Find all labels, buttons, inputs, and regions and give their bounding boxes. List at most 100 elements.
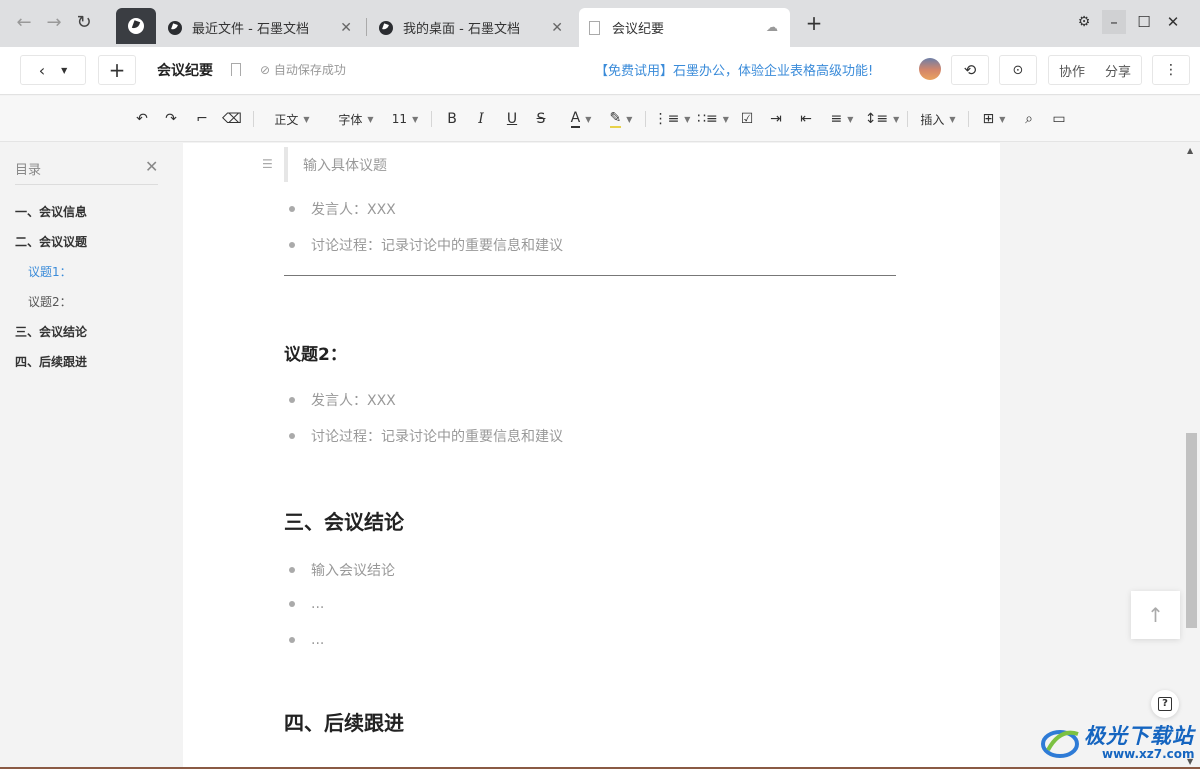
insert-dropdown[interactable]: 插入 ▼ bbox=[916, 106, 960, 132]
insert-label: 插入 bbox=[920, 112, 945, 127]
indent-increase-icon[interactable]: ⇥ bbox=[766, 106, 786, 132]
caret-down-icon: ▼ bbox=[999, 114, 1006, 124]
strikethrough-button[interactable]: S bbox=[531, 106, 551, 132]
clear-format-icon[interactable]: ⌫ bbox=[221, 106, 243, 132]
text-color-button[interactable]: A ▼ bbox=[561, 106, 601, 132]
checklist-icon[interactable]: ☑ bbox=[737, 106, 757, 132]
highlight-button[interactable]: ✎ ▼ bbox=[603, 106, 639, 132]
watermark-logo-icon bbox=[1041, 730, 1079, 758]
find-replace-icon[interactable]: ⌕ bbox=[1019, 106, 1039, 132]
conclusion-heading[interactable]: 三、会议结论 bbox=[284, 506, 404, 535]
history-button[interactable]: ⟲ bbox=[951, 55, 989, 85]
indent-decrease-icon[interactable]: ⇤ bbox=[796, 106, 816, 132]
help-button[interactable]: ? bbox=[1151, 690, 1179, 718]
present-button[interactable]: ⊙ bbox=[999, 55, 1037, 85]
paragraph-style-label: 正文 bbox=[274, 112, 299, 127]
tab-meeting-notes[interactable]: 会议纪要 ☁ bbox=[579, 8, 790, 47]
browser-tab-bar: ← → ↻ 最近文件 - 石墨文档 ✕ 我的桌面 - 石墨文档 ✕ 会议纪要 ☁… bbox=[0, 0, 1200, 47]
topic-placeholder[interactable]: 输入具体议题 bbox=[303, 155, 387, 175]
avatar[interactable] bbox=[919, 58, 941, 80]
list-item[interactable]: ... bbox=[289, 596, 324, 612]
add-new-button[interactable]: + bbox=[98, 55, 136, 85]
undo-icon[interactable]: ↶ bbox=[131, 106, 153, 132]
more-menu-button[interactable]: ⋮ bbox=[1152, 55, 1190, 85]
toc-item[interactable]: 三、会议结论 bbox=[15, 323, 87, 340]
paragraph-style-dropdown[interactable]: 正文 ▼ bbox=[266, 106, 318, 132]
format-painter-icon[interactable]: ⌐ bbox=[191, 106, 213, 132]
align-button[interactable]: ≡ ▼ bbox=[826, 106, 858, 132]
document-header: ‹ ▼ + 会议纪要 ⊘ 自动保存成功 【免费试用】石墨办公，体验企业表格高级功… bbox=[0, 47, 1200, 95]
play-circle-icon: ⊙ bbox=[1012, 62, 1024, 78]
followup-heading[interactable]: 四、后续跟进 bbox=[284, 707, 404, 736]
list-item-text: ... bbox=[311, 632, 325, 648]
caret-down-icon: ▼ bbox=[949, 114, 956, 124]
cloud-icon: ☁ bbox=[766, 20, 778, 34]
list-item[interactable]: 讨论过程：记录讨论中的重要信息和建议 bbox=[289, 426, 563, 446]
document-title[interactable]: 会议纪要 bbox=[157, 60, 213, 80]
toc-item[interactable]: 议题1： bbox=[28, 263, 72, 280]
check-circle-icon: ⊘ bbox=[260, 63, 271, 77]
list-item[interactable]: 讨论过程：记录讨论中的重要信息和建议 bbox=[289, 235, 563, 255]
font-size-dropdown[interactable]: 11 ▼ bbox=[388, 106, 422, 132]
italic-button[interactable]: I bbox=[471, 106, 491, 132]
close-icon[interactable]: ✕ bbox=[340, 20, 352, 36]
arrow-up-icon: ↑ bbox=[1147, 603, 1164, 627]
bullet-dot bbox=[289, 397, 295, 403]
tab-my-desktop[interactable]: 我的桌面 - 石墨文档 ✕ bbox=[369, 8, 575, 47]
back-to-top-button[interactable]: ↑ bbox=[1131, 591, 1180, 639]
settings-gear-icon[interactable]: ⚙ bbox=[1072, 10, 1096, 34]
promo-link[interactable]: 【免费试用】石墨办公，体验企业表格高级功能! bbox=[595, 60, 873, 79]
back-arrow-icon[interactable]: ← bbox=[12, 11, 36, 35]
tab-label: 最近文件 - 石墨文档 bbox=[192, 22, 309, 37]
share-button[interactable]: 分享 bbox=[1105, 61, 1131, 80]
list-item-text: ... bbox=[311, 596, 325, 612]
line-spacing-button[interactable]: ↕≡ ▼ bbox=[865, 106, 900, 132]
table-button[interactable]: ⊞ ▼ bbox=[978, 106, 1010, 132]
save-status: ⊘ 自动保存成功 bbox=[260, 61, 346, 78]
comment-icon[interactable]: ▭ bbox=[1048, 106, 1070, 132]
bookmark-icon[interactable] bbox=[231, 63, 241, 76]
toc-title: 目录 bbox=[15, 163, 42, 178]
forward-arrow-icon[interactable]: → bbox=[42, 11, 66, 35]
font-dropdown[interactable]: 字体 ▼ bbox=[330, 106, 382, 132]
list-item[interactable]: 发言人：XXX bbox=[289, 390, 396, 410]
scrollbar-thumb[interactable] bbox=[1186, 433, 1197, 628]
list-item-text: 发言人：XXX bbox=[311, 202, 396, 218]
reload-icon[interactable]: ↻ bbox=[72, 11, 96, 35]
close-icon[interactable]: ✕ bbox=[145, 157, 158, 176]
bullet-list-icon: ∷≡ bbox=[697, 111, 718, 127]
caret-down-icon: ▼ bbox=[303, 114, 310, 124]
ordered-list-icon: ⋮≡ bbox=[653, 111, 680, 127]
toc-item[interactable]: 一、会议信息 bbox=[15, 203, 87, 220]
bullet-dot bbox=[289, 601, 295, 607]
maximize-icon[interactable]: ☐ bbox=[1132, 10, 1156, 34]
redo-icon[interactable]: ↷ bbox=[160, 106, 182, 132]
toc-item[interactable]: 议题2： bbox=[28, 293, 72, 310]
bullet-dot bbox=[289, 242, 295, 248]
toc-item[interactable]: 二、会议议题 bbox=[15, 233, 87, 250]
toolbar-divider bbox=[253, 111, 254, 127]
toc-item[interactable]: 四、后续跟进 bbox=[15, 353, 87, 370]
topic2-heading[interactable]: 议题2： bbox=[284, 340, 347, 365]
list-item[interactable]: ... bbox=[289, 632, 324, 648]
drag-handle-icon[interactable]: ☰ bbox=[262, 157, 273, 171]
window-close-icon[interactable]: ✕ bbox=[1161, 10, 1185, 34]
bold-button[interactable]: B bbox=[442, 106, 462, 132]
bullet-list-button[interactable]: ∷≡ ▼ bbox=[696, 106, 730, 132]
bullet-dot bbox=[289, 433, 295, 439]
ordered-list-button[interactable]: ⋮≡ ▼ bbox=[653, 106, 691, 132]
text-color-label: A bbox=[570, 110, 581, 128]
back-menu-button[interactable]: ‹ ▼ bbox=[20, 55, 86, 85]
list-item[interactable]: 发言人：XXX bbox=[289, 199, 396, 219]
close-icon[interactable]: ✕ bbox=[551, 20, 563, 36]
list-item[interactable]: 输入会议结论 bbox=[289, 560, 395, 580]
minimize-icon[interactable]: – bbox=[1102, 10, 1126, 34]
site-watermark: 极光下载站 www.xz7.com bbox=[1040, 718, 1195, 766]
underline-button[interactable]: U bbox=[502, 106, 522, 132]
tab-recent-files[interactable]: 最近文件 - 石墨文档 ✕ bbox=[158, 8, 364, 47]
app-home-tab[interactable] bbox=[116, 8, 156, 44]
scroll-up-arrow-icon[interactable]: ▲ bbox=[1187, 146, 1193, 155]
new-tab-button[interactable]: + bbox=[802, 11, 826, 35]
collaborate-button[interactable]: 协作 bbox=[1059, 61, 1085, 80]
grid-icon: ⊞ bbox=[982, 111, 995, 127]
